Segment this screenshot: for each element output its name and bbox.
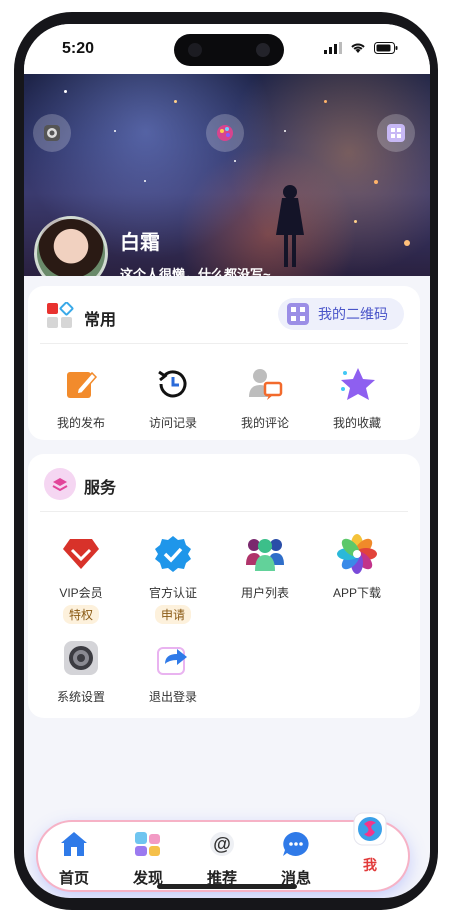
- tab-home-label: 首页: [58, 870, 89, 887]
- discover-icon: [135, 832, 160, 856]
- service-icon: [44, 468, 76, 500]
- service-card-header: 服务: [40, 454, 408, 512]
- common-title: 常用: [84, 312, 117, 329]
- settings-icon: [64, 641, 98, 675]
- user-list-label: 用户列表: [240, 586, 289, 600]
- qr-scan-icon: [387, 124, 405, 142]
- banner-silhouette: [276, 185, 304, 267]
- tab-discover[interactable]: 发现: [116, 830, 180, 888]
- tab-me-label: 我: [363, 857, 377, 873]
- tab-me[interactable]: 我: [338, 812, 402, 875]
- palette-icon: [217, 125, 233, 141]
- home-icon: [61, 832, 87, 856]
- svg-text:@: @: [213, 834, 231, 854]
- edit-icon: [67, 371, 98, 398]
- screen: 5:20 白霜 这个人很懒，什么都没写~ 常用 我的二维码 我的发布 访问记录 …: [24, 24, 430, 898]
- vip-item[interactable]: VIP会员 特权: [36, 534, 126, 624]
- system-settings-item[interactable]: 系统设置: [36, 638, 126, 705]
- app-download-icon: [337, 534, 377, 574]
- avatar[interactable]: [34, 216, 108, 276]
- qr-scan-button[interactable]: [377, 114, 415, 152]
- my-qrcode-button[interactable]: 我的二维码: [278, 298, 404, 330]
- bottom-tab-bar: 首页 发现 @ 推荐 消息 我: [38, 812, 408, 890]
- official-verify-label: 官方认证: [148, 586, 197, 600]
- status-bar: 5:20: [24, 24, 430, 74]
- profile-banner: 白霜 这个人很懒，什么都没写~: [24, 70, 430, 276]
- home-indicator: [157, 884, 297, 889]
- wifi-icon: [351, 43, 365, 53]
- signal-icon: [324, 42, 342, 54]
- theme-button[interactable]: [206, 114, 244, 152]
- common-card: 常用 我的二维码 我的发布 访问记录 我的评论 我的收藏: [28, 286, 420, 440]
- user-bio: 这个人很懒，什么都没写~: [120, 267, 271, 276]
- verified-icon: [155, 536, 191, 572]
- logout-icon: [157, 647, 187, 675]
- star-icon: [341, 368, 375, 400]
- dynamic-island: [174, 34, 284, 66]
- my-qrcode-label: 我的二维码: [318, 306, 388, 322]
- official-verify-item[interactable]: 官方认证 申请: [128, 534, 218, 624]
- vip-label: VIP会员: [59, 586, 103, 600]
- common-apps-icon: [47, 302, 74, 328]
- my-posts-item[interactable]: 我的发布: [36, 364, 126, 431]
- camera-icon: [44, 125, 60, 141]
- tab-messages[interactable]: 消息: [264, 830, 328, 888]
- message-icon: [283, 832, 309, 856]
- logout-label: 退出登录: [148, 690, 197, 704]
- user-name: 白霜: [120, 232, 160, 254]
- status-time: 5:20: [62, 40, 95, 57]
- visit-history-label: 访问记录: [148, 416, 197, 430]
- app-download-label: APP下载: [332, 586, 381, 600]
- service-title: 服务: [84, 480, 117, 497]
- profile-logo-icon: [353, 812, 387, 846]
- history-icon: [158, 370, 187, 398]
- users-icon: [246, 539, 284, 571]
- system-settings-label: 系统设置: [56, 690, 105, 704]
- tab-home[interactable]: 首页: [42, 830, 106, 888]
- official-verify-tag: 申请: [154, 605, 191, 624]
- battery-icon: [374, 42, 398, 54]
- qrcode-icon: [287, 303, 309, 325]
- common-card-header: 常用 我的二维码: [40, 286, 408, 344]
- my-posts-label: 我的发布: [56, 416, 105, 430]
- app-download-item[interactable]: APP下载: [312, 534, 402, 601]
- my-favorites-item[interactable]: 我的收藏: [312, 364, 402, 431]
- scan-button[interactable]: [33, 114, 71, 152]
- my-comments-item[interactable]: 我的评论: [220, 364, 310, 431]
- my-favorites-label: 我的收藏: [332, 416, 381, 430]
- vip-tag: 特权: [62, 605, 99, 624]
- comment-icon: [249, 369, 283, 400]
- system-icons: [324, 42, 398, 54]
- my-comments-label: 我的评论: [240, 416, 289, 430]
- at-icon: @: [210, 832, 234, 856]
- logout-item[interactable]: 退出登录: [128, 638, 218, 705]
- vip-icon: [63, 539, 99, 569]
- user-list-item[interactable]: 用户列表: [220, 534, 310, 601]
- service-card: 服务 VIP会员 特权 官方认证 申请 用户列表 APP下载 系统设置 退出登录: [28, 454, 420, 718]
- tab-recommend[interactable]: @ 推荐: [190, 830, 254, 888]
- visit-history-item[interactable]: 访问记录: [128, 364, 218, 431]
